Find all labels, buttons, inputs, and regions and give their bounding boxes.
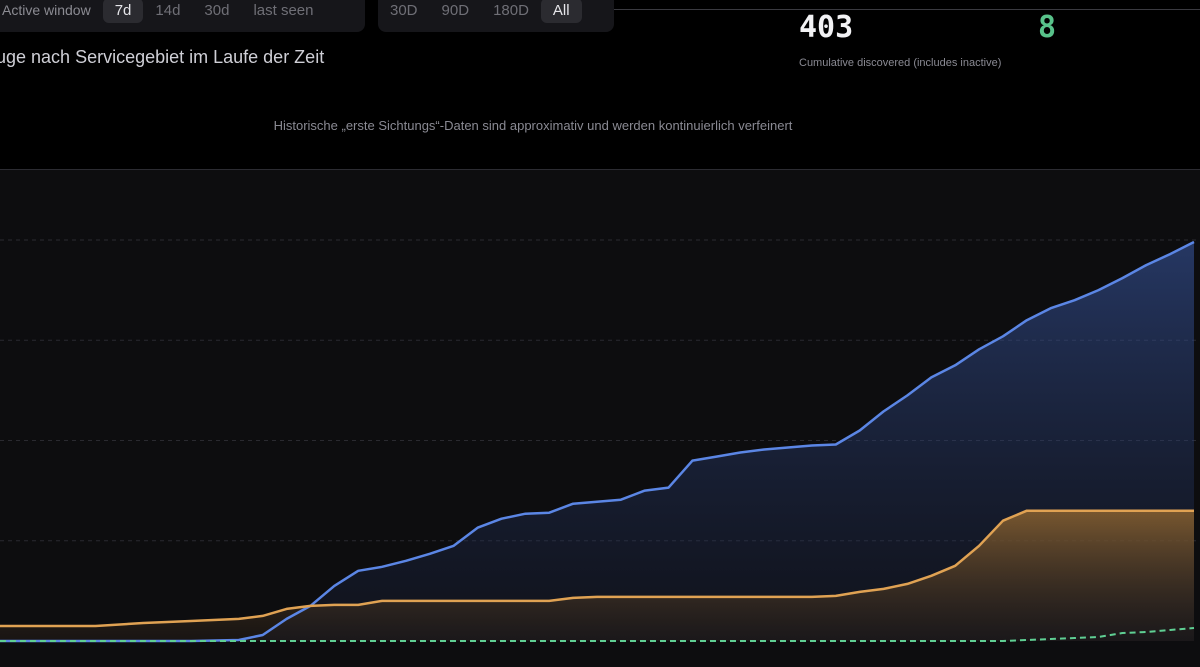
time-range-selector: 30D 90D 180D All — [378, 0, 614, 32]
active-window-selector: Active window 7d 14d 30d last seen — [0, 0, 365, 32]
window-option-30d[interactable]: 30d — [192, 0, 241, 23]
chart-area — [0, 170, 1200, 667]
range-option-90d[interactable]: 90D — [430, 0, 482, 23]
range-option-30d[interactable]: 30D — [378, 0, 430, 23]
active-window-label: Active window — [2, 2, 91, 18]
header: Active window 7d 14d 30d last seen 30D 9… — [0, 0, 1200, 169]
window-option-last-seen[interactable]: last seen — [241, 0, 325, 23]
area-chart — [0, 239, 1200, 643]
window-option-14d[interactable]: 14d — [143, 0, 192, 23]
total-discovered-value: 403 — [799, 10, 854, 45]
active-count-value: 8 — [1038, 10, 1057, 45]
data-notice: Historische „erste Sichtungs“-Daten sind… — [273, 118, 793, 133]
total-discovered-caption: Cumulative discovered (includes inactive… — [799, 57, 1002, 69]
header-rule — [614, 9, 1200, 10]
window-option-7d[interactable]: 7d — [102, 0, 144, 23]
range-option-180d[interactable]: 180D — [481, 0, 541, 23]
chart-title: uge nach Servicegebiet im Laufe der Zeit — [0, 47, 325, 67]
range-option-all[interactable]: All — [540, 0, 582, 23]
